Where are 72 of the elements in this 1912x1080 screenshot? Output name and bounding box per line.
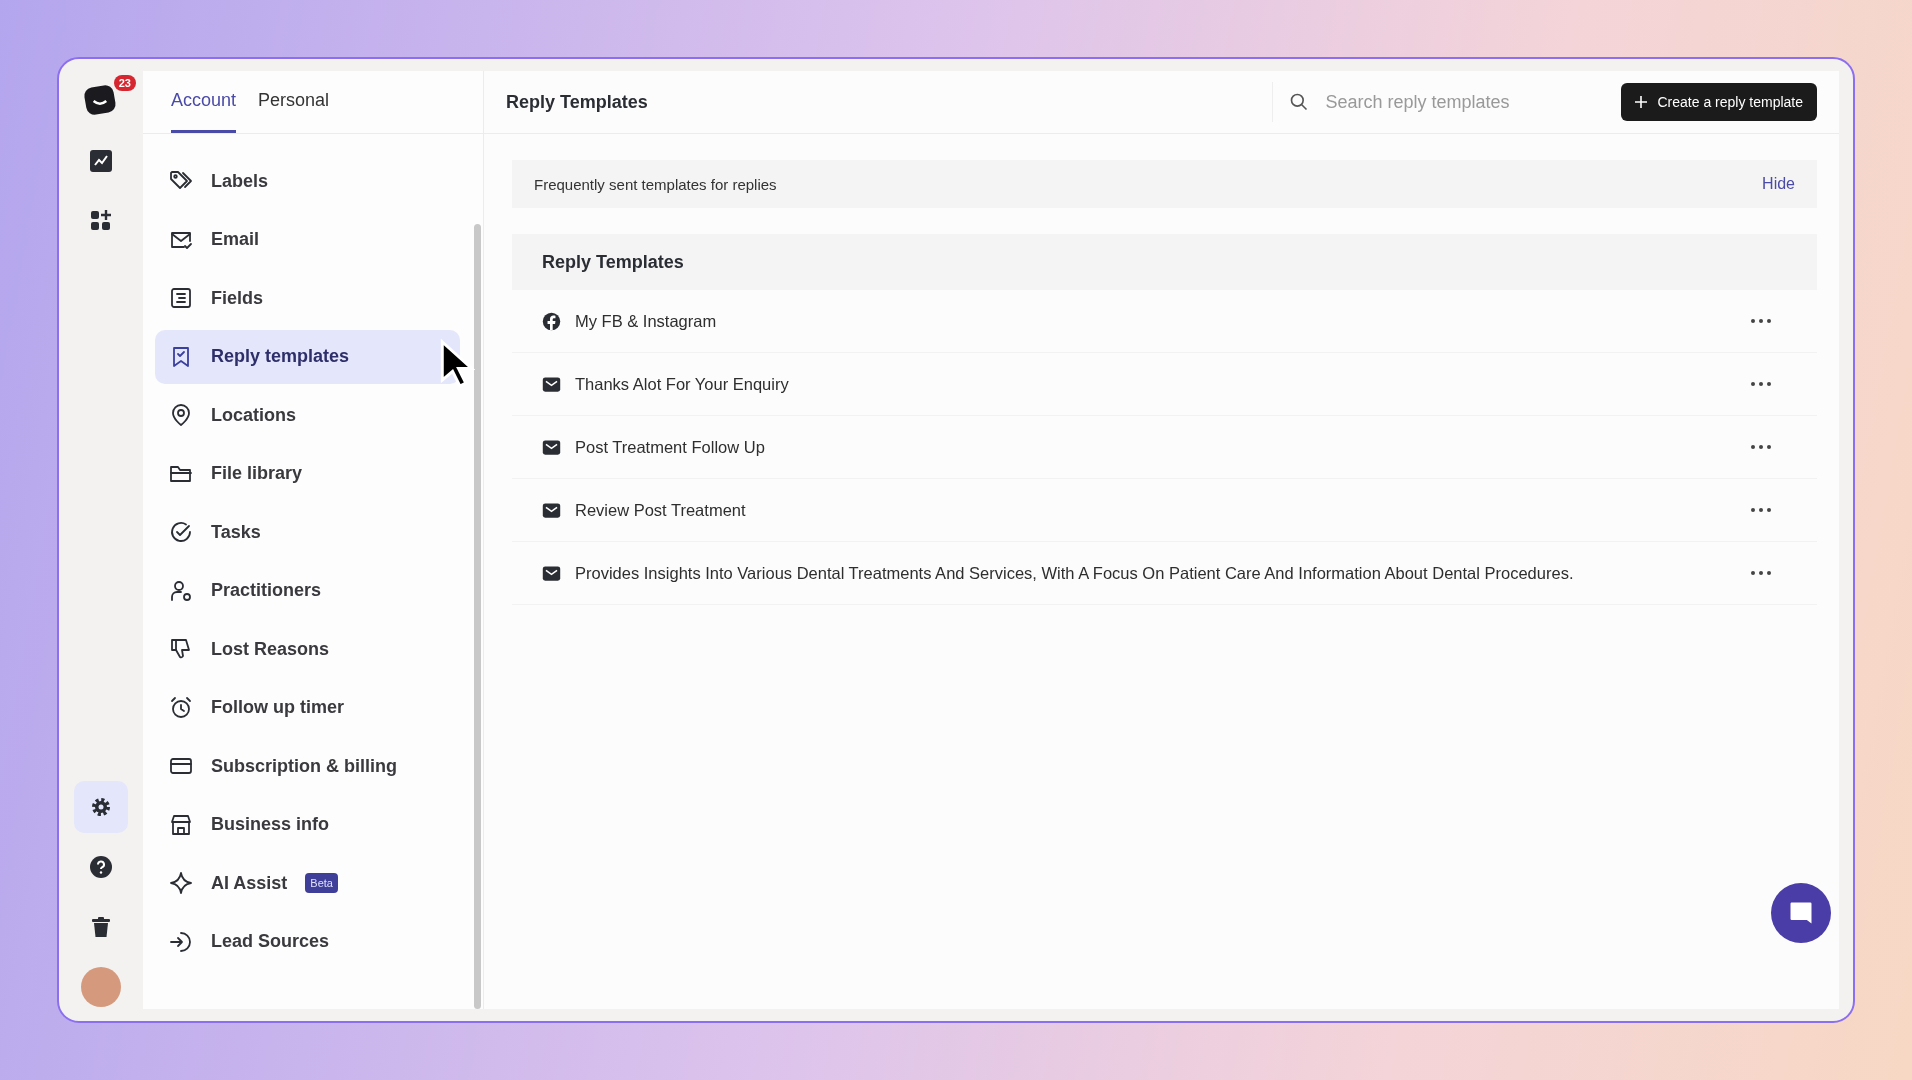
more-options-icon[interactable]	[1751, 382, 1771, 386]
sidebar-item[interactable]: Business info	[155, 797, 460, 852]
sidebar-item-label: Tasks	[211, 521, 261, 543]
search-field[interactable]: Search reply templates	[1325, 87, 1556, 117]
template-row[interactable]: Provides Insights Into Various Dental Treatments And Services, With A Focus On Patient Care And Information About Dental Procedures.	[512, 542, 1817, 605]
settings-icon[interactable]	[74, 781, 128, 833]
envelope-icon	[542, 374, 561, 394]
section-title: Reply Templates	[542, 251, 684, 273]
check-icon	[169, 520, 193, 544]
sidebar-item[interactable]: AI Assist Beta	[155, 856, 460, 910]
list-icon	[169, 286, 193, 310]
sidebar-item-label: File library	[211, 463, 303, 484]
notification-badge: 23	[113, 75, 136, 91]
banner-text: Frequently sent templates for replies	[534, 175, 777, 193]
store-icon	[169, 812, 193, 837]
sidebar-item[interactable]: Reply templates	[155, 329, 460, 384]
sidebar-item[interactable]: Tasks	[155, 505, 460, 559]
more-options-icon[interactable]	[1751, 571, 1771, 575]
template-row[interactable]: Post Treatment Follow Up	[512, 416, 1817, 479]
sidebar-item-label: Lead Sources	[211, 931, 330, 952]
sidebar-item[interactable]: Locations	[155, 388, 460, 442]
beta-badge: Beta	[305, 873, 338, 893]
more-options-icon[interactable]	[1751, 319, 1771, 323]
hide-link[interactable]: Hide	[1762, 175, 1795, 193]
template-name: Post Treatment Follow Up	[575, 437, 766, 457]
envelope-icon	[542, 500, 561, 520]
sidebar-item-label: AI Assist	[211, 872, 288, 894]
tab[interactable]: Personal	[258, 71, 330, 133]
tab[interactable]: Account	[171, 71, 237, 133]
envelope-icon	[542, 563, 561, 583]
sidebar-item-label: Lost Reasons	[211, 638, 330, 660]
sidebar-item-label: Locations	[211, 404, 296, 426]
sidebar-item[interactable]: Email	[155, 212, 460, 267]
sidebar-item[interactable]: Fields	[155, 271, 460, 325]
alarm-icon	[169, 695, 193, 720]
template-name: Provides Insights Into Various Dental Treatments And Services, With A Focus On Patient Care And Information About Dental Procedures.	[575, 563, 1575, 583]
template-name: Thanks Alot For Your Enquiry	[575, 374, 790, 394]
sidebar-item-label: Practitioners	[211, 580, 322, 601]
template-name: Review Post Treatment	[575, 500, 747, 520]
template-row[interactable]: Thanks Alot For Your Enquiry	[512, 353, 1817, 416]
person-icon	[169, 578, 193, 603]
sidebar-item[interactable]: Follow up timer	[155, 680, 460, 735]
more-options-icon[interactable]	[1751, 508, 1771, 512]
sidebar-item[interactable]: Lead Sources	[155, 914, 460, 969]
facebook-icon	[542, 311, 561, 331]
thumbdown-icon	[169, 637, 193, 661]
more-options-icon[interactable]	[1751, 445, 1771, 449]
sidebar-item-label: Follow up timer	[211, 697, 344, 718]
sidebar-item-label: Business info	[211, 814, 330, 835]
scrollbar[interactable]	[474, 224, 481, 1009]
sparkle-icon	[169, 871, 193, 895]
plus-icon	[1635, 96, 1648, 108]
template-row[interactable]: My FB & Instagram	[512, 290, 1817, 353]
sidebar-item[interactable]: Practitioners	[155, 563, 460, 618]
sidebar-item-label: Email	[211, 229, 260, 250]
pin-icon	[169, 403, 193, 427]
sidebar-item-label: Subscription & billing	[211, 755, 397, 777]
sidebar-item[interactable]: Subscription & billing	[155, 739, 460, 793]
sidebar-item[interactable]: Labels	[155, 154, 460, 208]
sidebar-item[interactable]: File library	[155, 446, 460, 501]
envelope-icon	[542, 437, 561, 457]
template-name: My FB & Instagram	[575, 311, 718, 331]
template-row[interactable]: Review Post Treatment	[512, 479, 1817, 542]
page-title: Reply Templates	[506, 91, 649, 113]
sidebar-item-label: Reply templates	[211, 346, 350, 367]
sidebar-item-label: Labels	[211, 170, 269, 192]
search-icon	[1289, 92, 1310, 112]
chat-button[interactable]	[1771, 883, 1831, 943]
sidebar-item[interactable]: Lost Reasons	[155, 622, 460, 676]
enter-icon	[169, 929, 193, 954]
sidebar-item-label: Fields	[211, 287, 263, 309]
create-template-button[interactable]: Create a reply template	[1621, 83, 1817, 121]
